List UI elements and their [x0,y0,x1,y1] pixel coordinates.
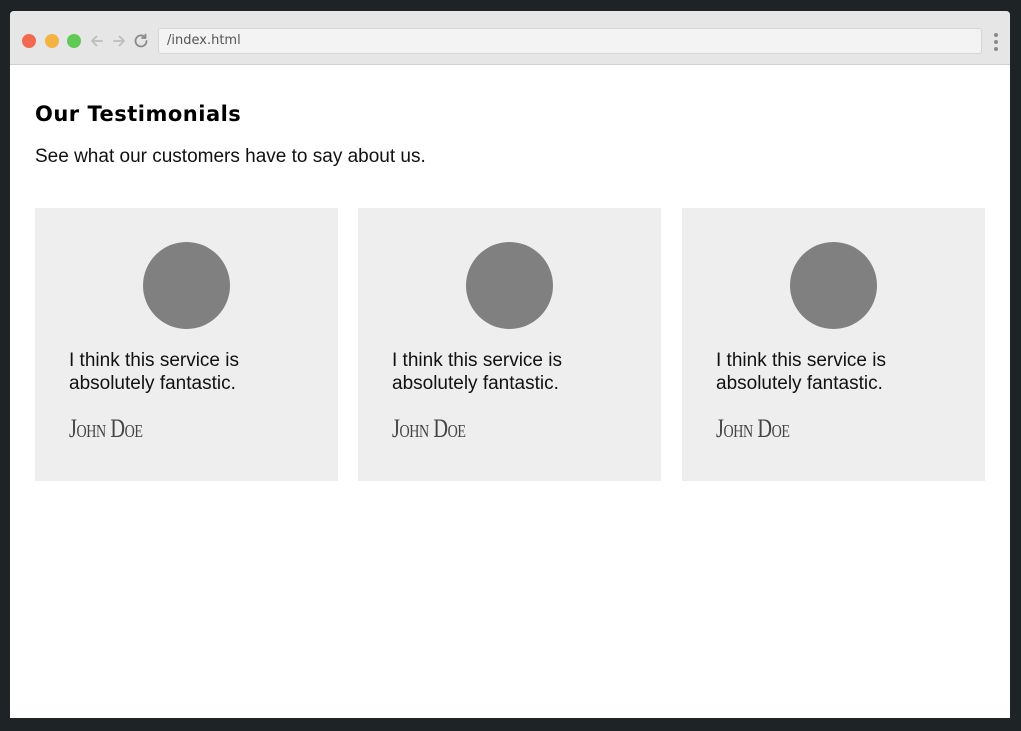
avatar [466,242,553,329]
page-title: Our Testimonials [35,102,242,126]
testimonial-card: I think this service is absolutely fanta… [35,208,338,481]
forward-arrow-icon[interactable] [110,31,128,51]
page-subtitle: See what our customers have to say about… [35,146,426,167]
testimonial-card: I think this service is absolutely fanta… [682,208,985,481]
testimonial-list: I think this service is absolutely fanta… [35,208,985,481]
testimonial-author: John Doe [69,414,143,443]
browser-window: /index.html Our Testimonials See what ou… [10,11,1010,718]
testimonial-quote: I think this service is absolutely fanta… [392,350,562,394]
testimonial-author: John Doe [392,414,466,443]
testimonial-card: I think this service is absolutely fanta… [358,208,661,481]
close-window-button[interactable] [22,34,36,48]
testimonial-quote: I think this service is absolutely fanta… [69,350,239,394]
more-menu-icon[interactable] [992,32,1000,52]
maximize-window-button[interactable] [67,34,81,48]
testimonial-author: John Doe [716,414,790,443]
browser-toolbar: /index.html [10,11,1010,65]
address-bar[interactable]: /index.html [158,28,982,54]
avatar [790,242,877,329]
back-arrow-icon[interactable] [88,31,106,51]
avatar [143,242,230,329]
testimonial-quote: I think this service is absolutely fanta… [716,350,886,394]
page-content: Our Testimonials See what our customers … [10,66,1010,718]
minimize-window-button[interactable] [45,34,59,48]
reload-icon[interactable] [132,31,150,51]
